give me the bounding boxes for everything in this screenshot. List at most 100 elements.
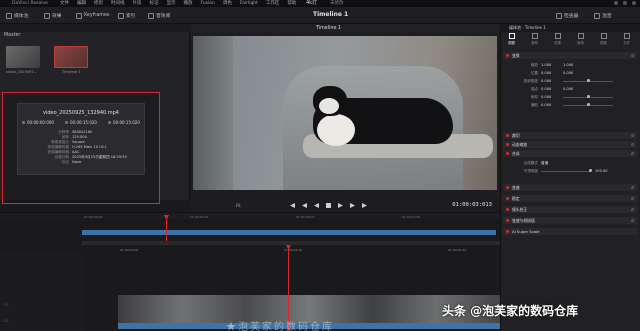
media-pool-panel: Master video_2025092... Timeline 1 video…: [0, 24, 190, 204]
pitch-slider[interactable]: [563, 95, 613, 98]
menu-help[interactable]: 帮助: [287, 0, 296, 7]
timeline-thumbnail[interactable]: [54, 46, 88, 68]
menu-mark[interactable]: 标记: [150, 0, 159, 7]
reset-icon[interactable]: ↺: [631, 53, 634, 58]
duration-timecode: 00:00:15:020: [113, 120, 140, 125]
master-bin-label[interactable]: Master: [4, 33, 20, 38]
reset-icon[interactable]: ↺: [631, 151, 634, 156]
opacity-slider[interactable]: [541, 169, 592, 172]
clip-info-popup: video_20250925_132940.mp4 00:00:00:000 0…: [17, 103, 145, 175]
loop-icon[interactable]: [362, 203, 367, 208]
section-lens-correction[interactable]: 镜头校正 ↺: [503, 206, 637, 213]
close-icon[interactable]: [632, 1, 636, 5]
timeline-title: Timeline 1: [313, 11, 349, 18]
video-frame[interactable]: [193, 36, 497, 190]
tab-video[interactable]: 视频: [503, 33, 520, 45]
overview-clip[interactable]: [82, 230, 496, 235]
timeline-panel: 01:00:00:00 01:00:04:00 01:00:08:00 01:0…: [0, 212, 500, 331]
window-controls: [614, 1, 636, 5]
timeline-ruler[interactable]: 01:00:00:00 01:00:02:10 01:00:04:20: [118, 248, 500, 254]
section-super-scale[interactable]: AI Super Scale: [503, 228, 637, 235]
play-reverse-icon[interactable]: [314, 203, 319, 208]
effects-icon: [44, 12, 50, 19]
prop-position: 位置 0.000 0.000: [530, 70, 574, 76]
overview-ruler[interactable]: 01:00:00:00 01:00:04:00 01:00:08:00 01:0…: [82, 215, 500, 221]
tab-file[interactable]: 文件: [618, 33, 635, 45]
end-icon: [65, 121, 69, 124]
step-forward-icon[interactable]: [350, 203, 355, 208]
audio-track-label[interactable]: A1: [4, 319, 9, 323]
section-composite[interactable]: 合成 ↺: [503, 150, 637, 157]
reset-icon[interactable]: ↺: [631, 133, 634, 138]
tab-audio[interactable]: 音频: [526, 33, 543, 45]
menu-trim[interactable]: 修剪: [94, 0, 103, 7]
stop-icon[interactable]: [326, 203, 331, 208]
prop-composite-mode: 合成模式 普通: [509, 160, 635, 166]
yaw-slider[interactable]: [563, 103, 613, 106]
clip-thumbnail[interactable]: [6, 46, 40, 68]
section-dynamic-zoom[interactable]: 动态缩放 ↺: [503, 141, 637, 148]
sound-library-icon: [148, 12, 154, 19]
transition-icon: [577, 33, 584, 39]
clip-info-highlight: video_20250925_132940.mp4 00:00:00:000 0…: [2, 92, 160, 204]
maximize-icon[interactable]: [623, 1, 627, 5]
index-button[interactable]: 索引: [118, 11, 136, 20]
reset-icon[interactable]: ↺: [631, 207, 634, 212]
media-pool-button[interactable]: 媒体池: [6, 11, 28, 20]
tab-image[interactable]: 图像: [595, 33, 612, 45]
enable-toggle-icon[interactable]: [506, 54, 509, 57]
reset-icon[interactable]: ↺: [631, 185, 634, 190]
duration-icon: [108, 121, 112, 124]
media-pool-icon: [6, 12, 12, 19]
keyframes-button[interactable]: Keyframes: [76, 11, 109, 20]
tab-effects[interactable]: 效果: [549, 33, 566, 45]
menu-edit[interactable]: 编辑: [77, 0, 86, 7]
video-track-label[interactable]: V1: [4, 303, 9, 307]
menu-clip[interactable]: 片段: [133, 0, 142, 7]
start-timecode: 00:00:00:000: [27, 120, 54, 125]
track-headers: V1 A1: [0, 253, 82, 331]
minimize-icon[interactable]: [614, 1, 618, 5]
prop-pitch: 俯仰 0.000: [509, 94, 635, 100]
zoom-selector[interactable]: Fit: [236, 203, 241, 208]
section-stabilize[interactable]: 稳定 ↺: [503, 195, 637, 202]
reset-icon[interactable]: ↺: [631, 196, 634, 201]
mixer-icon: [594, 12, 600, 19]
index-icon: [118, 12, 124, 19]
current-timecode: 01:00:03:013: [452, 202, 492, 208]
menu-workspace[interactable]: 工作区: [266, 0, 280, 7]
audio-icon: [531, 33, 538, 39]
title-bar: DaVinci Resolve 文件 编辑 修剪 时间线 片段 标记 显示 播放…: [0, 0, 640, 7]
sound-library-button[interactable]: 音效库: [148, 11, 170, 20]
reset-icon[interactable]: ↺: [631, 142, 634, 147]
jump-start-icon[interactable]: [290, 203, 295, 208]
section-crop[interactable]: 裁切 ↺: [503, 132, 637, 139]
effects-button[interactable]: 效果: [44, 11, 62, 20]
play-icon[interactable]: [338, 203, 343, 208]
menu-fairlight[interactable]: Fairlight: [240, 0, 258, 7]
playback-controls: [290, 203, 367, 208]
reset-icon[interactable]: ↺: [631, 218, 634, 223]
tab-transition[interactable]: 转场: [572, 33, 589, 45]
app-name: DaVinci Resolve: [12, 1, 48, 6]
mixer-button[interactable]: 混音: [594, 11, 612, 20]
file-icon: [623, 33, 630, 39]
section-speed[interactable]: 变速 ↺: [503, 184, 637, 191]
clip-timecodes: 00:00:00:000 00:00:15:020 00:00:15:020: [22, 120, 140, 125]
clip-metadata: 分辨率 3840x2160 帧率 120.000 像素宽高比 Square 视频编解码…: [24, 130, 142, 165]
section-retime[interactable]: 变速与帧插值 ↺: [503, 217, 637, 224]
menu-playback[interactable]: 播放: [184, 0, 193, 7]
prop-opacity: 不透明度 100.00: [523, 168, 608, 174]
section-transform[interactable]: 变换 ↺: [503, 52, 637, 59]
project-name: 4k灯: [306, 0, 318, 6]
menu-file[interactable]: 文件: [60, 0, 69, 7]
rotation-slider[interactable]: [563, 79, 613, 82]
menu-timeline[interactable]: 时间线: [111, 0, 125, 7]
composite-mode-select[interactable]: 普通: [541, 161, 563, 166]
menu-color[interactable]: 调色: [223, 0, 232, 7]
timeline-scrollbar[interactable]: [82, 241, 500, 245]
inspector-button[interactable]: 检查器: [556, 11, 578, 20]
step-back-icon[interactable]: [302, 203, 307, 208]
menu-view[interactable]: 显示: [167, 0, 176, 7]
menu-fusion[interactable]: Fusion: [201, 0, 215, 7]
